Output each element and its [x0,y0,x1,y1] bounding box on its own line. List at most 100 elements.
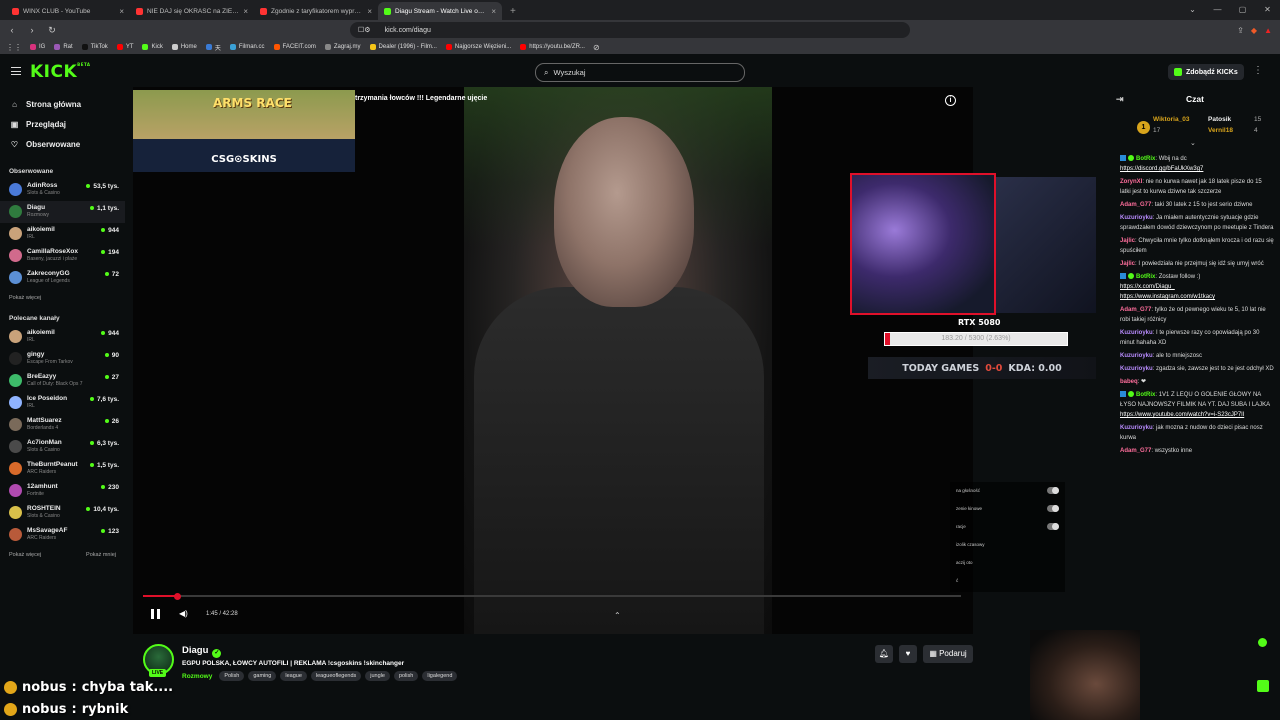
tab-close-icon[interactable]: × [119,7,124,16]
chat-username[interactable]: Adam_G77 [1120,202,1151,208]
share-icon[interactable]: ⇪ [1237,26,1244,35]
bookmark-item[interactable]: Najgorsze Więzieni... [445,44,511,50]
toggle-switch[interactable] [1047,505,1059,512]
show-more-recommended[interactable]: Pokaż więcej [9,552,41,558]
kick-logo[interactable]: KICKBETA [30,62,90,82]
toggle-switch[interactable] [1047,523,1059,530]
sidebar-channel[interactable]: gingy Escape From Tarkov 90 [0,348,125,370]
chat-username[interactable]: babeq [1120,379,1138,385]
sidebar-channel[interactable]: Ac7ionMan Slots & Casino 6,3 tys. [0,436,125,458]
chat-username[interactable]: BotRix [1136,392,1155,398]
apps-icon[interactable]: ⋮⋮ [6,43,22,52]
leaderboard-user-2[interactable]: Patosik [1208,116,1231,123]
sidebar-channel[interactable]: Ice Poseidon IRL 7,6 tys. [0,392,125,414]
stream-category[interactable]: Rozmowy [182,673,212,680]
new-tab-button[interactable]: + [502,6,524,20]
sidebar-nav-home[interactable]: ⌂ Strona główna [0,94,125,114]
search-input[interactable]: ⌕ Wyszukaj [535,63,745,82]
sidebar-channel[interactable]: 12amhunt Fortnite 230 [0,480,125,502]
stream-tag[interactable]: gaming [248,671,277,681]
send-chat-button[interactable] [1257,680,1269,692]
stream-tag[interactable]: polish [393,671,419,681]
streamer-name[interactable]: Diagu ✓ [182,645,222,658]
window-tabs-icon[interactable]: ⌄ [1180,0,1205,20]
globe-icon[interactable]: ⊘ [593,43,600,52]
show-less-recommended[interactable]: Pokaż mniej [86,552,116,558]
leaderboard-user-3[interactable]: Vernil18 [1208,127,1233,134]
bookmark-item[interactable]: Home [171,44,197,50]
chat-link[interactable]: https://www.instagram.com/w1tkacy [1120,294,1215,300]
bookmark-item[interactable]: 天 [205,43,221,52]
chat-username[interactable]: Kuzurioyku [1120,425,1153,431]
back-icon[interactable]: ‹ [4,25,20,35]
follow-heart-icon[interactable]: ♥ [899,645,917,663]
chat-username[interactable]: BotRix [1136,156,1155,162]
sidebar-nav-browse[interactable]: ▣ Przeglądaj [0,114,125,134]
reload-icon[interactable]: ↻ [44,25,60,36]
bookmark-item[interactable]: IG [30,44,45,50]
stream-tag[interactable]: leagueoflegends [310,671,362,681]
chat-username[interactable]: Jajlic [1120,261,1135,267]
sidebar-channel[interactable]: Diagu Rozmowy 1,1 tys. [0,201,125,223]
volume-icon[interactable]: ◀) [179,609,188,618]
chat-username[interactable]: Adam_G77 [1120,448,1151,454]
bookmark-item[interactable]: Kick [142,44,163,50]
sidebar-channel[interactable]: BreEazyy Call of Duty: Black Ops 7 27 [0,370,125,392]
bookmark-item[interactable]: Rat [54,44,73,50]
info-icon[interactable]: i [945,95,956,106]
chat-username[interactable]: Jajlic [1120,238,1135,244]
minimize-icon[interactable]: — [1205,0,1230,20]
sidebar-channel[interactable]: CamillaRoseXox Baseny, jacuzzi i plaże 194 [0,245,125,267]
browser-tab[interactable]: NIE DAJ się OKRAŚĆ na ZIEMNIAKACH × [130,2,254,20]
browser-tab[interactable]: Zgodnie z taryfikatorem wyprzedzania × [254,2,378,20]
browser-tab[interactable]: WINX CLUB - YouTube × [6,2,130,20]
tab-close-icon[interactable]: × [367,7,372,16]
hamburger-menu-icon[interactable] [11,67,21,75]
settings-row[interactable]: izolik czasowy [950,536,1065,554]
sidebar-channel[interactable]: MsSavageAF ARC Raiders 123 [0,524,125,546]
sidebar-channel[interactable]: ROSHTEIN Slots & Casino 10,4 tys. [0,502,125,524]
video-progress-knob[interactable] [173,592,181,600]
rewards-icon[interactable]: ▲ [1264,26,1272,35]
bookmark-item[interactable]: Filman.cc [229,44,265,50]
chat-link[interactable]: https://www.youtube.com/watch?v=i-S23cJP… [1120,412,1244,418]
close-window-icon[interactable]: ✕ [1255,0,1280,20]
collapse-chat-icon[interactable]: ⇥ [1116,90,1124,108]
settings-row[interactable]: racje [950,518,1065,536]
pause-icon[interactable] [151,609,160,619]
stream-tag[interactable]: league [280,671,307,681]
gift-button[interactable]: ▦ Podaruj [923,645,973,663]
bookmark-item[interactable]: Zagraj.my [324,44,361,50]
sidebar-channel[interactable]: aikoiemil IRL 944 [0,326,125,348]
stream-tag[interactable]: Polish [219,671,245,681]
sidebar-channel[interactable]: TheBurntPeanut ARC Raiders 1,5 tys. [0,458,125,480]
settings-row[interactable]: ć [950,572,1065,590]
chevron-up-icon[interactable]: ⌃ [614,611,621,620]
brave-shield-icon[interactable]: ◆ [1251,26,1257,35]
chat-username[interactable]: ZorynXI [1120,179,1142,185]
get-kicks-button[interactable]: Zdobądź KICKs [1168,64,1244,80]
chat-username[interactable]: Kuzurioyku [1120,330,1153,336]
maximize-icon[interactable]: ▢ [1230,0,1255,20]
tab-close-icon[interactable]: × [243,7,248,16]
bookmark-item[interactable]: TikTok [81,44,108,50]
bookmark-item[interactable]: Dealer (1996) - Film... [369,44,437,50]
show-more-followed[interactable]: Pokaż więcej [9,295,41,301]
bookmark-item[interactable]: YT [116,44,133,50]
settings-row[interactable]: aczij oto [950,554,1065,572]
chat-username[interactable]: Adam_G77 [1120,307,1151,313]
sidebar-channel[interactable]: MattSuarez Borderlands 4 26 [0,414,125,436]
chat-link[interactable]: https://x.com/Diagu_ [1120,284,1175,290]
forward-icon[interactable]: › [24,25,40,35]
video-player[interactable]: ARMS RACE CSG⊙SKINS trzymania łowców !!!… [133,87,973,634]
browser-tab[interactable]: Diagu Stream - Watch Live on Kick × [378,2,502,20]
chat-username[interactable]: Kuzurioyku [1120,366,1153,372]
expand-leaderboard-icon[interactable]: ⌄ [1190,139,1196,147]
stream-tag[interactable]: jungle [365,671,390,681]
settings-row[interactable]: na głośność [950,482,1065,500]
toggle-switch[interactable] [1047,487,1059,494]
sponsor-banner[interactable]: ARMS RACE CSG⊙SKINS [133,90,355,172]
stream-tag[interactable]: ligalegend [422,671,458,681]
sidebar-nav-following[interactable]: ♡ Obserwowane [0,134,125,154]
chat-username[interactable]: Kuzurioyku [1120,353,1153,359]
